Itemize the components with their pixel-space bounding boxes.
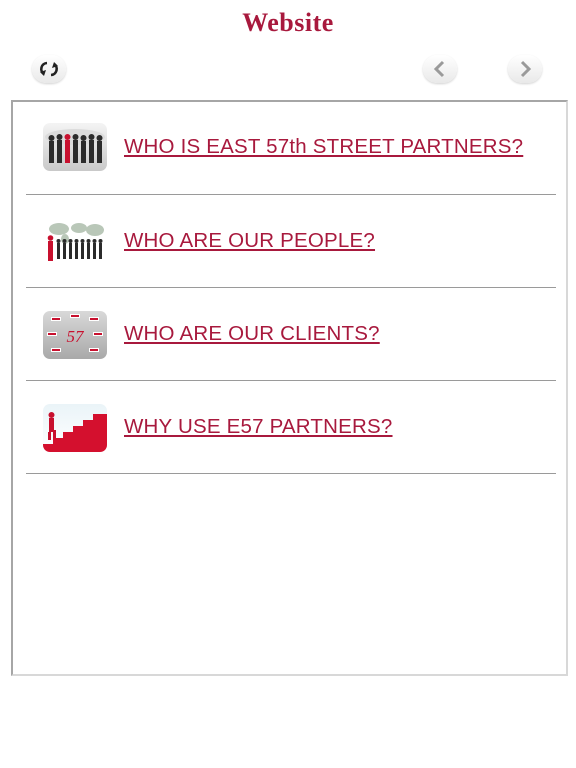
list-item[interactable]: WHO ARE OUR PEOPLE? bbox=[26, 195, 556, 288]
e57-clients-icon: 57 bbox=[47, 314, 103, 352]
people-world-map-thumbnail bbox=[43, 219, 107, 267]
menu-link-people[interactable]: WHO ARE OUR PEOPLE? bbox=[124, 230, 544, 252]
business-team-thumbnail bbox=[43, 123, 107, 171]
menu-link-clients[interactable]: WHO ARE OUR CLIENTS? bbox=[124, 323, 544, 345]
list-item[interactable]: WHO IS EAST 57th STREET PARTNERS? bbox=[26, 102, 556, 195]
page-title: Website bbox=[242, 8, 334, 37]
menu-link-who-is[interactable]: WHO IS EAST 57th STREET PARTNERS? bbox=[124, 136, 544, 158]
e57-clients-thumbnail: 57 bbox=[43, 311, 107, 359]
e57-logo-text: 57 bbox=[67, 327, 86, 346]
stairs-icon bbox=[43, 412, 107, 452]
chevron-left-icon bbox=[433, 60, 445, 78]
stairs-thumbnail bbox=[43, 404, 107, 452]
menu-link-why-use[interactable]: WHY USE E57 PARTNERS? bbox=[124, 416, 544, 438]
list-item[interactable]: 57 WHO ARE OUR CLIENTS? bbox=[26, 288, 556, 381]
refresh-button[interactable] bbox=[32, 55, 66, 83]
business-team-icon bbox=[45, 129, 105, 163]
people-world-map-icon bbox=[47, 223, 104, 261]
refresh-icon bbox=[40, 61, 58, 77]
forward-button[interactable] bbox=[508, 55, 542, 83]
back-button[interactable] bbox=[423, 55, 457, 83]
list-item[interactable]: WHY USE E57 PARTNERS? bbox=[26, 381, 556, 474]
web-content-frame[interactable]: WHO IS EAST 57th STREET PARTNERS? WHO AR… bbox=[11, 100, 568, 676]
chevron-right-icon bbox=[520, 60, 532, 78]
